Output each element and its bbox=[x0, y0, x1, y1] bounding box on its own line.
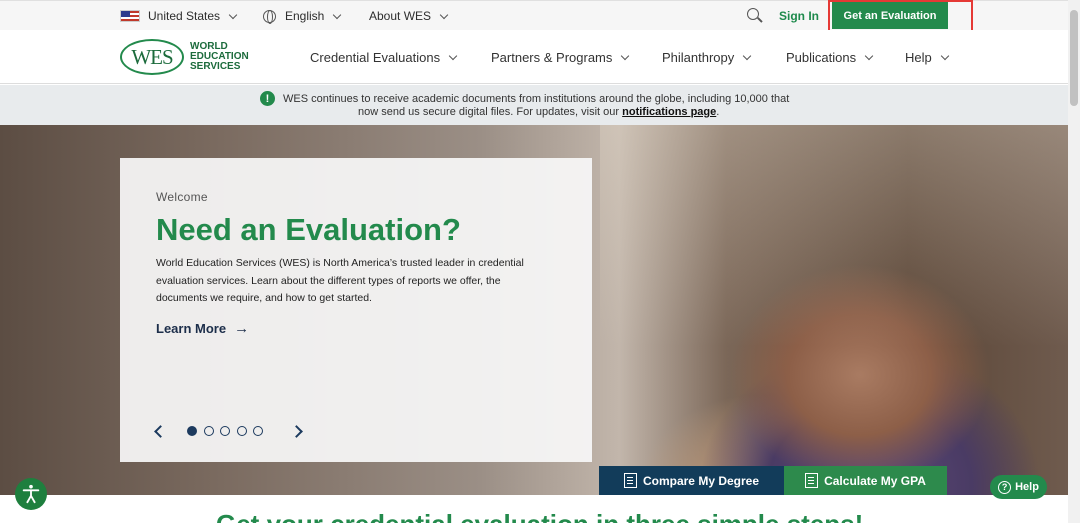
scroll-thumb[interactable] bbox=[1070, 10, 1078, 106]
carousel-dot[interactable] bbox=[187, 426, 197, 436]
carousel-dot[interactable] bbox=[203, 426, 214, 436]
hero-description: World Education Services (WES) is North … bbox=[156, 257, 524, 304]
nav-label: Publications bbox=[786, 49, 857, 65]
learn-more-label: Learn More bbox=[156, 321, 227, 336]
hero-title: Need an Evaluation? bbox=[156, 212, 461, 247]
nav-label: Help bbox=[905, 49, 932, 65]
chevron-down-icon bbox=[864, 51, 874, 60]
notice-text: . bbox=[716, 106, 720, 118]
page-scrollbar[interactable] bbox=[1068, 0, 1080, 523]
about-menu[interactable]: About WES bbox=[369, 1, 449, 31]
help-chat-button[interactable]: ? Help bbox=[990, 475, 1047, 499]
utility-bar: United States English About WES Sign In … bbox=[0, 0, 1068, 30]
nav-credential-evaluations[interactable]: Credential Evaluations bbox=[310, 30, 458, 84]
question-icon: ? bbox=[998, 480, 1012, 494]
us-flag-icon bbox=[120, 10, 140, 22]
main-nav: WES WORLD EDUCATION SERVICES Credential … bbox=[0, 30, 1068, 84]
help-label: Help bbox=[1015, 481, 1039, 493]
about-label: About WES bbox=[369, 9, 432, 23]
chevron-down-icon bbox=[940, 51, 949, 60]
logo-mark: WES bbox=[120, 39, 184, 75]
notice-line: now send us secure digital files. For up… bbox=[358, 106, 719, 118]
chevron-left-icon[interactable] bbox=[154, 424, 167, 438]
notice-banner: ! WES continues to receive academic docu… bbox=[0, 85, 1068, 125]
nav-philanthropy[interactable]: Philanthropy bbox=[662, 30, 752, 84]
carousel-dot[interactable] bbox=[236, 426, 247, 436]
notice-text: now send us secure digital files. For up… bbox=[358, 106, 623, 118]
notice-line: ! WES continues to receive academic docu… bbox=[260, 91, 789, 106]
country-label: United States bbox=[148, 9, 221, 23]
hero-banner: Welcome Need an Evaluation? World Educat… bbox=[0, 125, 1068, 495]
accessibility-button[interactable] bbox=[15, 478, 47, 510]
gpa-label: Calculate My GPA bbox=[824, 473, 926, 488]
chevron-down-icon bbox=[333, 10, 342, 19]
get-evaluation-button[interactable]: Get an Evaluation bbox=[832, 2, 948, 29]
calculate-gpa-button[interactable]: Calculate My GPA bbox=[784, 466, 947, 495]
hero-photo bbox=[600, 125, 1068, 495]
accessibility-icon bbox=[22, 484, 40, 504]
compare-degree-button[interactable]: Compare My Degree bbox=[599, 466, 784, 495]
notifications-page-link[interactable]: notifications page bbox=[622, 106, 716, 118]
compare-label: Compare My Degree bbox=[642, 473, 760, 488]
country-selector[interactable]: United States bbox=[120, 1, 238, 31]
section-heading: Get your credential evaluation in three … bbox=[216, 509, 863, 523]
nav-label: Philanthropy bbox=[662, 49, 735, 65]
nav-label: Credential Evaluations bbox=[310, 49, 441, 65]
nav-partners-programs[interactable]: Partners & Programs bbox=[491, 30, 630, 84]
chevron-down-icon bbox=[439, 10, 449, 19]
language-selector[interactable]: English bbox=[263, 1, 342, 31]
logo-text: WORLD EDUCATION SERVICES bbox=[190, 42, 249, 72]
sign-in-link[interactable]: Sign In bbox=[779, 1, 819, 31]
chevron-down-icon bbox=[448, 51, 458, 60]
hero-card: Welcome Need an Evaluation? World Educat… bbox=[120, 158, 592, 462]
hero-welcome: Welcome bbox=[156, 190, 208, 204]
globe-icon bbox=[263, 9, 276, 24]
logo-line: SERVICES bbox=[190, 61, 241, 72]
arrow-right-icon: → bbox=[234, 320, 250, 337]
carousel-dot[interactable] bbox=[253, 426, 263, 436]
carousel-dot[interactable] bbox=[220, 426, 230, 436]
learn-more-link[interactable]: Learn More → bbox=[156, 320, 249, 337]
nav-help[interactable]: Help bbox=[905, 30, 949, 84]
info-icon: ! bbox=[260, 91, 275, 106]
notice-text: WES continues to receive academic docume… bbox=[283, 92, 790, 105]
chevron-down-icon bbox=[228, 10, 238, 19]
chevron-down-icon bbox=[621, 51, 630, 60]
carousel-controls bbox=[154, 424, 303, 438]
chevron-down-icon bbox=[743, 51, 752, 60]
nav-publications[interactable]: Publications bbox=[786, 30, 874, 84]
nav-label: Partners & Programs bbox=[491, 49, 613, 65]
chevron-right-icon[interactable] bbox=[289, 424, 303, 438]
document-icon bbox=[623, 473, 637, 488]
wes-logo[interactable]: WES WORLD EDUCATION SERVICES bbox=[120, 39, 249, 75]
language-label: English bbox=[285, 9, 325, 23]
calculator-icon bbox=[805, 473, 819, 488]
search-icon[interactable] bbox=[747, 8, 759, 20]
